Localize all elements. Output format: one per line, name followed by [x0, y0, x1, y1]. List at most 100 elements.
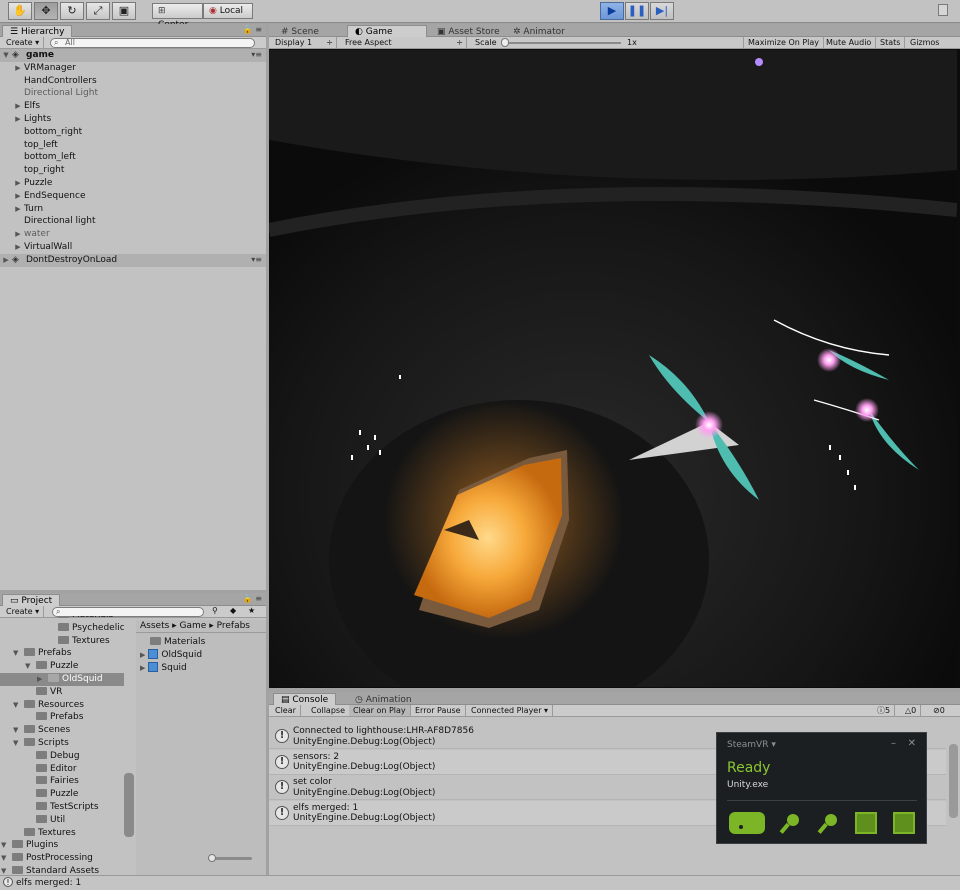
project-folder-item[interactable]: TestScripts [0, 801, 124, 814]
rect-tool-icon[interactable]: ▣ [112, 2, 136, 20]
hierarchy-search-input[interactable]: ⌕ All [50, 38, 255, 48]
collapse-toggle[interactable]: Collapse [307, 705, 350, 716]
scene-menu-icon[interactable]: ▾≡ [251, 254, 262, 267]
project-folder-item[interactable]: ▼ Resources [0, 699, 124, 712]
project-folder-item[interactable]: Prefabs [0, 711, 124, 724]
expand-arrow-icon[interactable]: ▼ [25, 660, 30, 673]
tab-animator[interactable]: ✲ Animator [505, 25, 573, 37]
project-folder-item[interactable]: ▶ OldSquid [0, 673, 124, 686]
breadcrumb-item[interactable]: Prefabs [217, 621, 250, 631]
project-folder-item[interactable]: ▼ Standard Assets [0, 865, 124, 875]
warn-count-toggle[interactable]: ⓘ5 [873, 705, 896, 716]
expand-arrow-icon[interactable]: ▶ [37, 673, 42, 686]
expand-arrow-icon[interactable]: ▶ [140, 664, 145, 672]
mute-audio-toggle[interactable]: Mute Audio [822, 37, 877, 48]
headset-icon[interactable] [729, 812, 765, 834]
tab-game[interactable]: ◐ Game [347, 25, 427, 37]
panel-menu-icon[interactable]: 🔒 ≡ [243, 594, 262, 603]
hierarchy-item[interactable]: ▶ VRManager [0, 62, 266, 75]
tab-hierarchy[interactable]: ☰ Hierarchy [2, 25, 73, 37]
hierarchy-item[interactable]: ▶ water [0, 228, 266, 241]
favorite-star-icon[interactable]: ★ [248, 606, 255, 615]
move-tool-icon[interactable]: ✥ [34, 2, 58, 20]
expand-arrow-icon[interactable]: ▼ [13, 647, 18, 660]
game-viewport[interactable] [269, 50, 957, 687]
scale-tool-icon[interactable]: ⤢ [86, 2, 110, 20]
filter-label-icon[interactable]: ◆ [230, 606, 236, 615]
project-folder-item[interactable]: Psychedelic [0, 622, 124, 635]
hierarchy-item[interactable]: ▶ EndSequence [0, 190, 266, 203]
close-icon[interactable]: ✕ [908, 738, 916, 749]
hierarchy-item[interactable]: ▶ Puzzle [0, 177, 266, 190]
tab-asset-store[interactable]: ▣ Asset Store [429, 25, 508, 37]
expand-arrow-icon[interactable]: ▼ [13, 724, 18, 737]
scene-menu-icon[interactable]: ▾≡ [251, 49, 262, 62]
breadcrumb-item[interactable]: Assets [140, 621, 169, 631]
hierarchy-item[interactable]: bottom_left [0, 151, 266, 164]
hierarchy-item[interactable]: ▶ VirtualWall [0, 241, 266, 254]
error-pause-toggle[interactable]: Error Pause [411, 705, 466, 716]
project-folder-item[interactable]: Util [0, 814, 124, 827]
scene-root[interactable]: ▼ ◈ game ▾≡ [0, 49, 266, 62]
connected-player-dropdown[interactable]: Connected Player ▾ [467, 705, 554, 716]
hierarchy-item[interactable]: bottom_right [0, 126, 266, 139]
icon-size-thumb[interactable] [208, 854, 216, 862]
project-folder-item[interactable]: Textures [0, 635, 124, 648]
project-folder-item[interactable]: ▼ Puzzle [0, 660, 124, 673]
clear-button[interactable]: Clear [271, 705, 301, 716]
project-folder-item[interactable]: ▼ Prefabs [0, 647, 124, 660]
log-count-toggle[interactable]: △0 [901, 705, 922, 716]
hierarchy-item[interactable]: Directional Light [0, 87, 266, 100]
project-folder-item[interactable]: Fairies [0, 775, 124, 788]
expand-arrow-icon[interactable]: ▼ [13, 737, 18, 750]
scale-thumb[interactable] [501, 38, 509, 47]
panel-menu-icon[interactable]: 🔒 ≡ [243, 25, 262, 34]
layout-menu-icon[interactable] [938, 4, 948, 16]
hierarchy-item[interactable]: Directional light [0, 215, 266, 228]
dontdestroy-scene[interactable]: ▶ ◈ DontDestroyOnLoad ▾≡ [0, 253, 266, 267]
expand-arrow-icon[interactable]: ▼ [2, 49, 10, 62]
project-folder-item[interactable]: ▼ Plugins [0, 839, 124, 852]
step-button[interactable]: ▶| [650, 2, 674, 20]
expand-arrow-icon[interactable]: ▼ [1, 839, 6, 852]
project-folder-item[interactable]: Textures [0, 827, 124, 840]
aspect-dropdown[interactable]: Free Aspect ÷ [341, 37, 467, 48]
maximize-on-play-toggle[interactable]: Maximize On Play [743, 37, 825, 48]
tab-console[interactable]: ▤ Console [273, 693, 337, 705]
asset-folder-materials[interactable]: Materials [150, 636, 205, 649]
expand-arrow-icon[interactable]: ▶ [14, 113, 22, 126]
display-dropdown[interactable]: Display 1 ÷ [271, 37, 337, 48]
scale-slider[interactable]: Scale 1x [471, 37, 641, 48]
expand-arrow-icon[interactable]: ▶ [14, 62, 22, 75]
hierarchy-item[interactable]: ▶ Turn [0, 203, 266, 216]
base-station-icon[interactable] [893, 812, 915, 834]
gizmos-dropdown[interactable]: Gizmos [906, 37, 943, 48]
expand-arrow-icon[interactable]: ▶ [14, 190, 22, 203]
expand-arrow-icon[interactable]: ▶ [14, 228, 22, 241]
expand-arrow-icon[interactable]: ▼ [1, 865, 6, 875]
play-button[interactable]: ▶ [600, 2, 624, 20]
minimize-icon[interactable]: – [891, 738, 896, 749]
project-folder-item[interactable]: Editor [0, 763, 124, 776]
controller-icon[interactable] [817, 812, 839, 834]
tab-scene[interactable]: # Scene [273, 25, 327, 37]
expand-arrow-icon[interactable]: ▼ [13, 699, 18, 712]
filter-type-icon[interactable]: ⚲ [212, 606, 218, 615]
hierarchy-item[interactable]: HandControllers [0, 75, 266, 88]
expand-arrow-icon[interactable]: ▶ [14, 241, 22, 254]
steamvr-title[interactable]: SteamVR ▾ [727, 740, 776, 750]
pivot-center-button[interactable]: ⊞ Center [152, 3, 203, 30]
hierarchy-create-button[interactable]: Create ▾ [2, 37, 45, 48]
clear-on-play-toggle[interactable]: Clear on Play [349, 705, 411, 716]
hierarchy-item[interactable]: top_left [0, 139, 266, 152]
project-folder-item[interactable]: ▼ Scenes [0, 724, 124, 737]
console-scrollbar[interactable] [949, 744, 958, 818]
expand-arrow-icon[interactable]: ▶ [140, 651, 145, 659]
hierarchy-item[interactable]: ▶ Lights [0, 113, 266, 126]
tab-project[interactable]: ▭ Project [2, 594, 61, 606]
stats-toggle[interactable]: Stats [876, 37, 906, 48]
hierarchy-item[interactable]: top_right [0, 164, 266, 177]
breadcrumb-item[interactable]: Game [180, 621, 207, 631]
base-station-icon[interactable] [855, 812, 877, 834]
controller-icon[interactable] [779, 812, 801, 834]
